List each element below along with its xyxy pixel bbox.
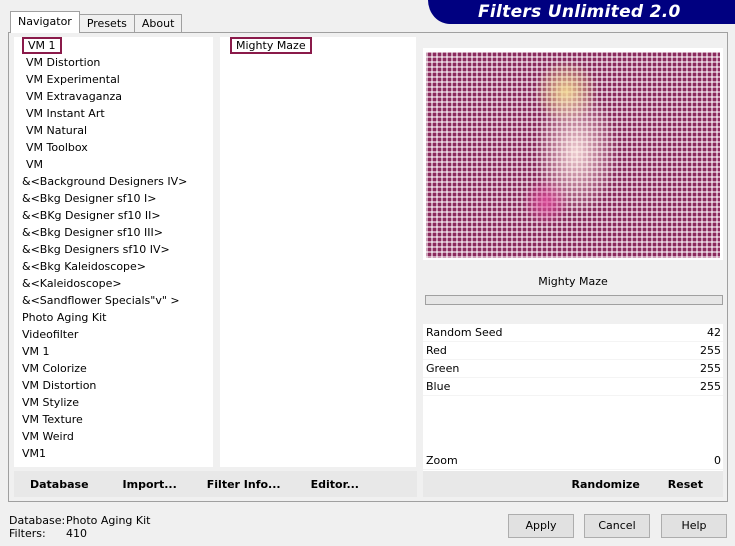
category-item[interactable]: VM Stylize [14,394,213,411]
category-item[interactable]: VM Texture [14,411,213,428]
filter-item-selected[interactable]: Mighty Maze [220,37,416,54]
param-row-zoom[interactable]: Zoom 0 [423,452,723,470]
database-label: Database: [9,514,66,527]
apply-button[interactable]: Apply [508,514,574,538]
parameter-panel: Mighty Maze Random Seed 42 Red 255 Green… [423,270,723,472]
param-row-random-seed[interactable]: Random Seed 42 [423,324,723,342]
param-label: Green [426,362,460,375]
category-item[interactable]: VM Distortion [14,54,213,71]
category-item[interactable]: &<Background Designers IV> [14,173,213,190]
filters-count-label: Filters: [9,527,46,540]
import-button[interactable]: Import... [123,478,177,491]
category-item[interactable]: VM Distortion [14,377,213,394]
navigator-button-bar: Database Import... Filter Info... Editor… [14,471,417,497]
category-item[interactable]: VM1 [14,445,213,462]
preview-image[interactable] [426,52,720,258]
param-row-green[interactable]: Green 255 [423,360,723,378]
category-item[interactable]: &<Bkg Designer sf10 III> [14,224,213,241]
category-item[interactable]: VM Natural [14,122,213,139]
preview-frame [423,48,723,260]
param-value: 42 [707,326,721,339]
param-label: Blue [426,380,451,393]
app-title-banner: Filters Unlimited 2.0 [428,0,735,24]
filter-list[interactable]: Mighty Maze [220,37,416,467]
category-list[interactable]: VM 1 VM Distortion VM Experimental VM Ex… [14,37,213,467]
tab-presets[interactable]: Presets [78,14,135,33]
tab-navigator[interactable]: Navigator [10,11,80,33]
param-value: 0 [714,454,721,467]
param-value: 255 [700,380,721,393]
filter-info-button[interactable]: Filter Info... [207,478,281,491]
parameter-button-bar: Randomize Reset [423,471,723,497]
parameter-slider[interactable] [425,295,723,305]
category-item-selected[interactable]: VM 1 [14,37,213,54]
filters-count-value: 410 [66,527,87,540]
parameter-list: Random Seed 42 Red 255 Green 255 Blue 25… [423,324,723,472]
category-item[interactable]: VM Colorize [14,360,213,377]
reset-button[interactable]: Reset [668,478,703,491]
param-label: Red [426,344,447,357]
cancel-button[interactable]: Cancel [584,514,650,538]
help-button[interactable]: Help [661,514,727,538]
category-item[interactable]: VM Toolbox [14,139,213,156]
category-item[interactable]: VM [14,156,213,173]
editor-button[interactable]: Editor... [311,478,359,491]
category-item[interactable]: Photo Aging Kit [14,309,213,326]
randomize-button[interactable]: Randomize [572,478,640,491]
category-item[interactable]: VM Extravaganza [14,88,213,105]
param-value: 255 [700,362,721,375]
tab-strip: Navigator Presets About [10,11,183,33]
category-item[interactable]: &<Bkg Designers sf10 IV> [14,241,213,258]
category-item[interactable]: Videofilter [14,326,213,343]
param-value: 255 [700,344,721,357]
category-item[interactable]: &<Bkg Kaleidoscope> [14,258,213,275]
category-item[interactable]: VM 1 [14,343,213,360]
database-value: Photo Aging Kit [66,514,151,527]
navigator-panel: VM 1 VM Distortion VM Experimental VM Ex… [8,32,728,502]
param-label: Random Seed [426,326,503,339]
param-row-blue[interactable]: Blue 255 [423,378,723,396]
status-info: Database:Photo Aging Kit Filters: 410 [9,514,150,540]
category-item[interactable]: &<BKg Designer sf10 II> [14,207,213,224]
category-item[interactable]: &<Kaleidoscope> [14,275,213,292]
category-item[interactable]: &<Sandflower Specials"v" > [14,292,213,309]
category-item[interactable]: VM Experimental [14,71,213,88]
category-item[interactable]: VM Weird [14,428,213,445]
database-button[interactable]: Database [30,478,89,491]
tab-about[interactable]: About [133,14,183,33]
param-label: Zoom [426,454,458,467]
param-row-red[interactable]: Red 255 [423,342,723,360]
category-item[interactable]: VM Instant Art [14,105,213,122]
filter-name-label: Mighty Maze [538,275,608,288]
category-item[interactable]: &<Bkg Designer sf10 I> [14,190,213,207]
